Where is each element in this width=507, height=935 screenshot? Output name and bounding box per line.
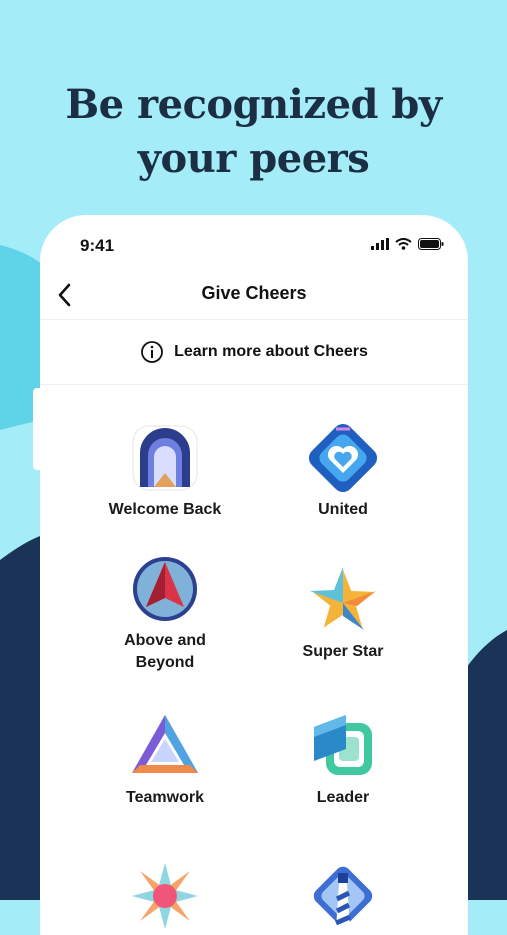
signal-icon [371, 238, 389, 250]
status-bar: 9:41 [40, 215, 468, 271]
united-icon [308, 423, 378, 493]
battery-icon [418, 238, 444, 250]
page-title: Give Cheers [201, 283, 307, 303]
teamwork-icon [132, 715, 198, 773]
status-icons [371, 237, 444, 251]
badge-label: United [318, 501, 368, 518]
badge-united[interactable]: United [253, 421, 433, 521]
burst-icon [132, 863, 198, 929]
badge-leader[interactable]: Leader [253, 709, 433, 809]
badge-label-line-2: Beyond [135, 654, 195, 671]
badge-above-and-beyond[interactable]: Above and Beyond [75, 552, 255, 674]
learn-more-link[interactable]: Learn more about Cheers [40, 320, 468, 385]
learn-more-label: Learn more about Cheers [174, 343, 368, 360]
info-icon [141, 341, 163, 363]
headline-line-1: Be recognized by [65, 81, 442, 128]
wifi-icon [395, 238, 412, 250]
lighthouse-icon [313, 866, 373, 929]
badge-label-line-1: Above and [124, 632, 206, 649]
badge-label: Teamwork [126, 789, 204, 806]
headline-line-2: your peers [137, 135, 370, 182]
badge-label: Leader [316, 789, 370, 806]
headline: Be recognized by your peers [0, 78, 507, 186]
super-star-icon [307, 564, 379, 633]
phone-frame: 9:41 Give Cheers Learn more about Cheers… [40, 215, 468, 935]
badge-label: Super Star [302, 643, 384, 660]
badge-welcome-back[interactable]: Welcome Back [75, 421, 255, 521]
badge-burst[interactable] [75, 859, 255, 933]
badge-teamwork[interactable]: Teamwork [75, 709, 255, 809]
badge-lighthouse[interactable] [253, 859, 433, 933]
badge-label: Welcome Back [108, 501, 222, 518]
status-time: 9:41 [80, 236, 115, 255]
welcome-back-icon [132, 425, 198, 491]
above-and-beyond-icon [131, 555, 199, 623]
nav-bar: Give Cheers [40, 271, 468, 320]
badge-super-star[interactable]: Super Star [253, 563, 433, 663]
leader-icon [314, 715, 372, 775]
